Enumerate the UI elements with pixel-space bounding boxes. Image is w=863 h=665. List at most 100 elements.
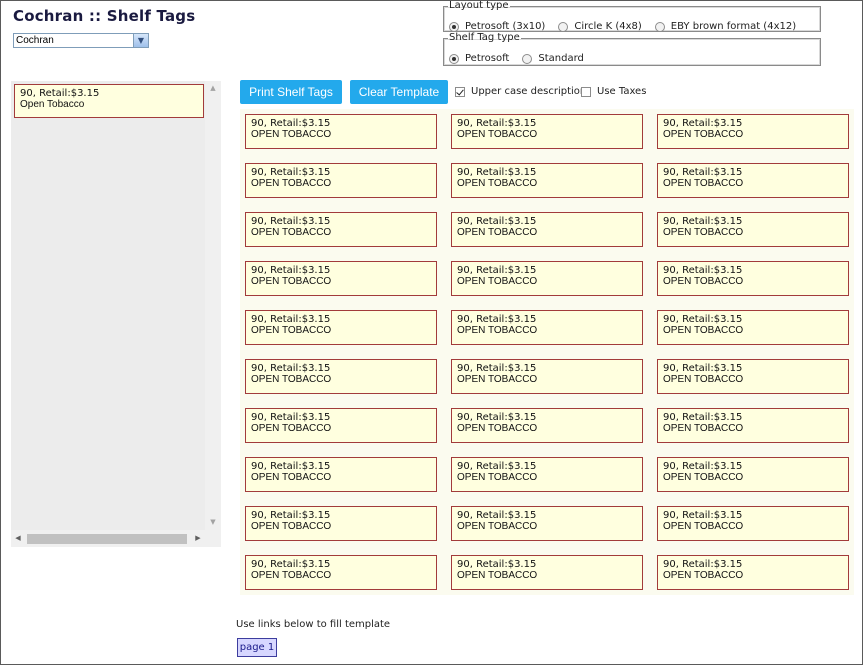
shelf-tag-line2: OPEN TOBACCO [251,374,332,385]
shelf-tag-line2: OPEN TOBACCO [251,521,332,532]
shelf-tag[interactable]: 90, Retail:$3.15 OPEN TOBACCO [657,310,849,345]
print-shelf-tags-button[interactable]: Print Shelf Tags [240,80,342,104]
layout-radio-circlek[interactable] [558,21,569,32]
list-item[interactable]: 90, Retail:$3.15 Open Tobacco [14,84,204,118]
shelf-tag[interactable]: 90, Retail:$3.15 OPEN TOBACCO [451,163,643,198]
shelf-tag-line2: OPEN TOBACCO [663,521,744,532]
shelf-tag-line1: 90, Retail:$3.15 [457,314,537,325]
shelf-tag-line2: OPEN TOBACCO [457,423,538,434]
uppercase-label: Upper case description [471,86,587,97]
template-hint: Use links below to fill template [236,619,391,630]
shelf-tag-line1: 90, Retail:$3.15 [251,363,331,374]
shelf-tag[interactable]: 90, Retail:$3.15 OPEN TOBACCO [245,359,437,394]
layout-radio-eby[interactable] [654,21,665,32]
page-link[interactable]: page 1 [237,638,277,657]
store-select[interactable]: Cochran ▼ [13,33,149,48]
shelf-tag-line2: OPEN TOBACCO [663,325,744,336]
shelf-tag[interactable]: 90, Retail:$3.15 OPEN TOBACCO [451,212,643,247]
shelf-tag[interactable]: 90, Retail:$3.15 OPEN TOBACCO [657,457,849,492]
shelf-tag-line2: OPEN TOBACCO [663,423,744,434]
shelf-tag[interactable]: 90, Retail:$3.15 OPEN TOBACCO [451,408,643,443]
shelf-tag-line1: 90, Retail:$3.15 [457,265,537,276]
shelf-tag[interactable]: 90, Retail:$3.15 OPEN TOBACCO [657,555,849,590]
tagtype-label-petrosoft: Petrosoft [465,53,510,64]
shelf-tag-line2: OPEN TOBACCO [251,325,332,336]
shelf-tag-line2: OPEN TOBACCO [251,472,332,483]
shelf-tag-line2: OPEN TOBACCO [663,374,744,385]
shelf-tag-line2: OPEN TOBACCO [663,227,744,238]
shelf-tag-line2: OPEN TOBACCO [457,325,538,336]
tagtype-radio-standard[interactable] [522,53,533,64]
horizontal-scrollbar[interactable]: ◀ ▶ [11,530,221,547]
shelf-tag-line1: 90, Retail:$3.15 [457,461,537,472]
shelf-tag-line2: OPEN TOBACCO [663,472,744,483]
shelf-tag[interactable]: 90, Retail:$3.15 OPEN TOBACCO [245,261,437,296]
shelf-tag[interactable]: 90, Retail:$3.15 OPEN TOBACCO [451,555,643,590]
uppercase-checkbox[interactable] [455,86,465,97]
shelf-tag-line1: 90, Retail:$3.15 [251,265,331,276]
shelf-tag[interactable]: 90, Retail:$3.15 OPEN TOBACCO [451,261,643,296]
shelf-tag[interactable]: 90, Retail:$3.15 OPEN TOBACCO [245,310,437,345]
shelf-tag-line1: 90, Retail:$3.15 [251,314,331,325]
shelf-tag[interactable]: 90, Retail:$3.15 OPEN TOBACCO [245,114,437,149]
shelf-tag[interactable]: 90, Retail:$3.15 OPEN TOBACCO [245,506,437,541]
scroll-left-icon[interactable]: ◀ [11,530,25,547]
tagtype-radio-petrosoft[interactable] [449,53,459,64]
layout-label-petrosoft: Petrosoft (3x10) [465,21,546,32]
use-taxes-checkbox[interactable] [581,86,591,97]
shelf-tag[interactable]: 90, Retail:$3.15 OPEN TOBACCO [245,163,437,198]
shelf-tag[interactable]: 90, Retail:$3.15 OPEN TOBACCO [451,114,643,149]
shelf-tag[interactable]: 90, Retail:$3.15 OPEN TOBACCO [657,359,849,394]
shelf-tag-line2: OPEN TOBACCO [251,276,332,287]
shelf-tag-line2: OPEN TOBACCO [663,276,744,287]
shelf-tag[interactable]: 90, Retail:$3.15 OPEN TOBACCO [657,408,849,443]
list-item-line2: Open Tobacco [20,99,85,110]
shelf-tag-line1: 90, Retail:$3.15 [663,314,743,325]
layout-radio-petrosoft[interactable] [449,21,459,32]
shelf-tag-line1: 90, Retail:$3.15 [251,412,331,423]
shelf-tag-line1: 90, Retail:$3.15 [663,559,743,570]
shelf-tag[interactable]: 90, Retail:$3.15 OPEN TOBACCO [657,114,849,149]
scroll-up-icon[interactable]: ▲ [205,82,221,94]
shelf-tag-line1: 90, Retail:$3.15 [663,363,743,374]
vertical-scrollbar[interactable]: ▲ ▼ [205,81,221,530]
layout-type-group: Layout type Petrosoft (3x10) Circle K (4… [443,1,821,32]
shelf-tag[interactable]: 90, Retail:$3.15 OPEN TOBACCO [657,261,849,296]
shelf-tag-line2: OPEN TOBACCO [457,472,538,483]
clear-template-button[interactable]: Clear Template [350,80,448,104]
shelf-tag-line1: 90, Retail:$3.15 [457,412,537,423]
scrollbar-thumb[interactable] [27,534,187,544]
item-list-panel[interactable]: 90, Retail:$3.15 Open Tobacco ▲ ▼ ◀ ▶ [11,81,221,547]
scroll-right-icon[interactable]: ▶ [191,530,205,547]
layout-label-eby: EBY brown format (4x12) [670,21,797,32]
use-taxes-label: Use Taxes [597,86,647,97]
shelf-tag-line2: OPEN TOBACCO [457,374,538,385]
shelf-tag-template: 90, Retail:$3.15 OPEN TOBACCO 90, Retail:$… [240,109,854,595]
shelf-tag[interactable]: 90, Retail:$3.15 OPEN TOBACCO [451,359,643,394]
shelf-tag-line1: 90, Retail:$3.15 [663,167,743,178]
chevron-down-icon[interactable]: ▼ [133,34,148,47]
shelf-tag-line1: 90, Retail:$3.15 [457,510,537,521]
shelf-tag-line1: 90, Retail:$3.15 [457,216,537,227]
shelf-tag-line2: OPEN TOBACCO [251,570,332,581]
shelf-tag-line2: OPEN TOBACCO [251,129,332,140]
shelf-tag[interactable]: 90, Retail:$3.15 OPEN TOBACCO [451,457,643,492]
shelf-tag[interactable]: 90, Retail:$3.15 OPEN TOBACCO [245,212,437,247]
shelf-tag-line2: OPEN TOBACCO [251,423,332,434]
scroll-down-icon[interactable]: ▼ [205,516,221,528]
shelf-tag[interactable]: 90, Retail:$3.15 OPEN TOBACCO [451,506,643,541]
shelf-tag-line2: OPEN TOBACCO [457,227,538,238]
shelf-tag[interactable]: 90, Retail:$3.15 OPEN TOBACCO [245,457,437,492]
shelf-tag-line1: 90, Retail:$3.15 [251,559,331,570]
shelf-tag[interactable]: 90, Retail:$3.15 OPEN TOBACCO [451,310,643,345]
shelf-tag[interactable]: 90, Retail:$3.15 OPEN TOBACCO [245,555,437,590]
shelf-tag[interactable]: 90, Retail:$3.15 OPEN TOBACCO [657,163,849,198]
shelf-tag-line2: OPEN TOBACCO [457,129,538,140]
shelf-tag[interactable]: 90, Retail:$3.15 OPEN TOBACCO [657,212,849,247]
shelf-tag[interactable]: 90, Retail:$3.15 OPEN TOBACCO [657,506,849,541]
shelf-tag[interactable]: 90, Retail:$3.15 OPEN TOBACCO [245,408,437,443]
shelf-tag-type-group: Shelf Tag type Petrosoft Standard [443,33,821,66]
shelf-tag-line1: 90, Retail:$3.15 [251,216,331,227]
shelf-tag-line1: 90, Retail:$3.15 [663,412,743,423]
shelf-tag-line1: 90, Retail:$3.15 [663,510,743,521]
